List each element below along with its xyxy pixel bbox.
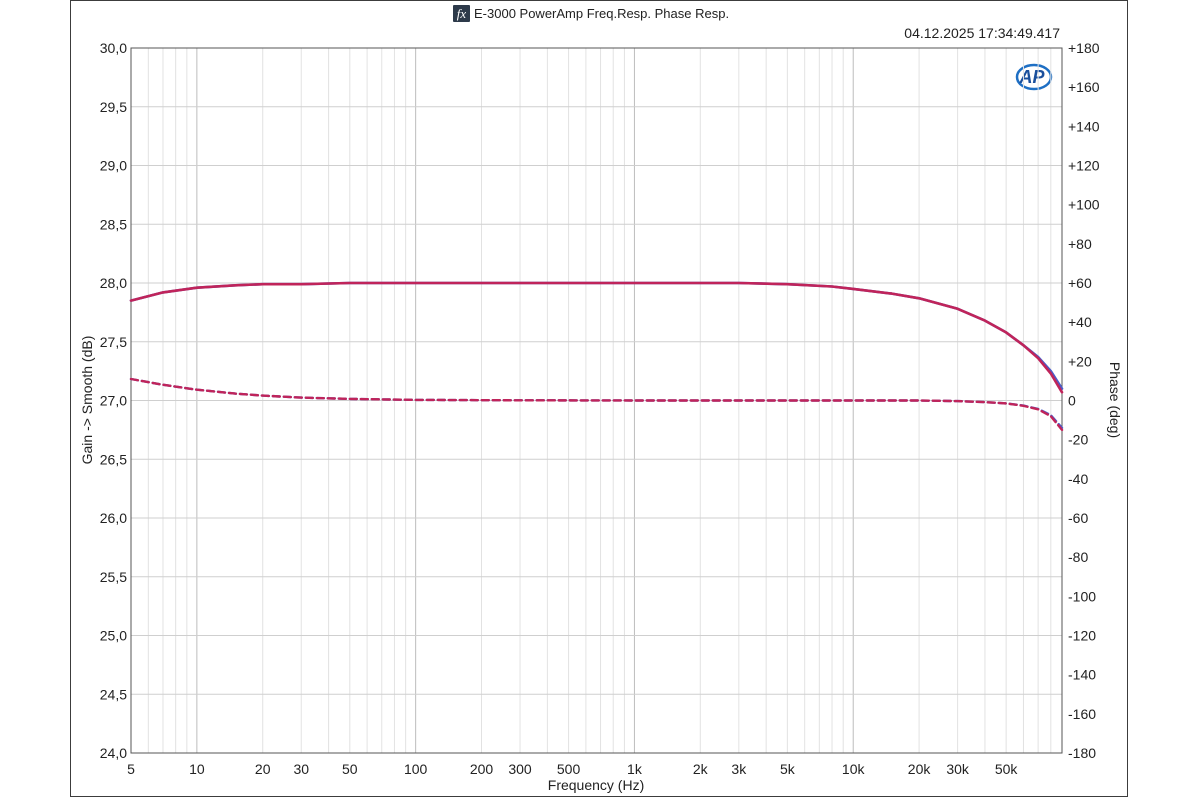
x-tick-label: 100 — [404, 761, 428, 777]
y2-tick-label: -140 — [1068, 667, 1096, 683]
y2-tick-label: +20 — [1068, 353, 1092, 369]
x-tick-label: 200 — [470, 761, 494, 777]
y2-tick-label: +120 — [1068, 158, 1100, 174]
y2-tick-label: +60 — [1068, 275, 1092, 291]
frequency-response-chart: fx E-3000 PowerAmp Freq.Resp. Phase Resp… — [79, 5, 1123, 793]
y-tick-label: 25,0 — [100, 628, 127, 644]
y2-tick-label: +100 — [1068, 197, 1100, 213]
x-tick-label: 50 — [342, 761, 358, 777]
x-tick-label: 10k — [842, 761, 866, 777]
y2-tick-label: +40 — [1068, 314, 1092, 330]
y-tick-label: 30,0 — [100, 40, 127, 56]
x-tick-label: 3k — [731, 761, 747, 777]
x-tick-label: 20k — [908, 761, 932, 777]
y-tick-label: 26,5 — [100, 451, 127, 467]
x-tick-label: 30 — [293, 761, 309, 777]
y-tick-label: 27,0 — [100, 393, 127, 409]
graph-header: fx E-3000 PowerAmp Freq.Resp. Phase Resp… — [453, 5, 1060, 41]
y-tick-label: 25,5 — [100, 569, 127, 585]
y2-tick-label: +160 — [1068, 79, 1100, 95]
axes: 5 10 20 30 50 100 200 300 500 1k 2k 3k 5k 10k 20k 30k 50… — [100, 40, 1100, 777]
y2-axis-label: Phase (deg) — [1107, 362, 1123, 438]
x-tick-label: 30k — [946, 761, 970, 777]
x-tick-label: 5k — [780, 761, 796, 777]
x-tick-label: 50k — [995, 761, 1019, 777]
ap-logo: AP — [1015, 63, 1053, 91]
phase-series-line — [129, 377, 1064, 432]
y-tick-label: 24,5 — [100, 686, 127, 702]
y-tick-label: 28,5 — [100, 216, 127, 232]
series — [129, 281, 1064, 432]
y2-tick-label: -160 — [1068, 706, 1096, 722]
x-tick-label: 500 — [557, 761, 581, 777]
y2-tick-label: +180 — [1068, 40, 1100, 56]
y2-tick-label: +80 — [1068, 236, 1092, 252]
y2-tick-label: -20 — [1068, 432, 1088, 448]
x-tick-label: 1k — [627, 761, 643, 777]
x-tick-label: 10 — [189, 761, 205, 777]
y2-tick-label: -180 — [1068, 745, 1096, 761]
y-tick-label: 27,5 — [100, 334, 127, 350]
x-tick-label: 2k — [693, 761, 709, 777]
y-tick-label: 29,5 — [100, 99, 127, 115]
x-tick-label: 20 — [255, 761, 271, 777]
phase-series-line — [129, 377, 1064, 430]
fx-icon-label: fx — [457, 6, 467, 21]
timestamp: 04.12.2025 17:34:49.417 — [904, 25, 1060, 41]
y2-tick-label: -120 — [1068, 628, 1096, 644]
ap-logo-text: AP — [1018, 67, 1045, 87]
y2-tick-label: -60 — [1068, 510, 1088, 526]
x-tick-label: 5 — [127, 761, 135, 777]
x-axis-label: Frequency (Hz) — [548, 777, 644, 793]
y2-tick-label: -40 — [1068, 471, 1088, 487]
y2-tick-label: -80 — [1068, 549, 1088, 565]
y2-tick-label: -100 — [1068, 588, 1096, 604]
y-axis-label: Gain -> Smooth (dB) — [79, 336, 95, 465]
y-tick-label: 26,0 — [100, 510, 127, 526]
y2-tick-label: 0 — [1068, 393, 1076, 409]
y-tick-label: 29,0 — [100, 158, 127, 174]
y2-tick-label: +140 — [1068, 118, 1100, 134]
graph-title: E-3000 PowerAmp Freq.Resp. Phase Resp. — [474, 6, 729, 21]
gain-series-line — [129, 281, 1064, 394]
y-tick-label: 28,0 — [100, 275, 127, 291]
y-tick-label: 24,0 — [100, 745, 127, 761]
x-tick-label: 300 — [508, 761, 532, 777]
